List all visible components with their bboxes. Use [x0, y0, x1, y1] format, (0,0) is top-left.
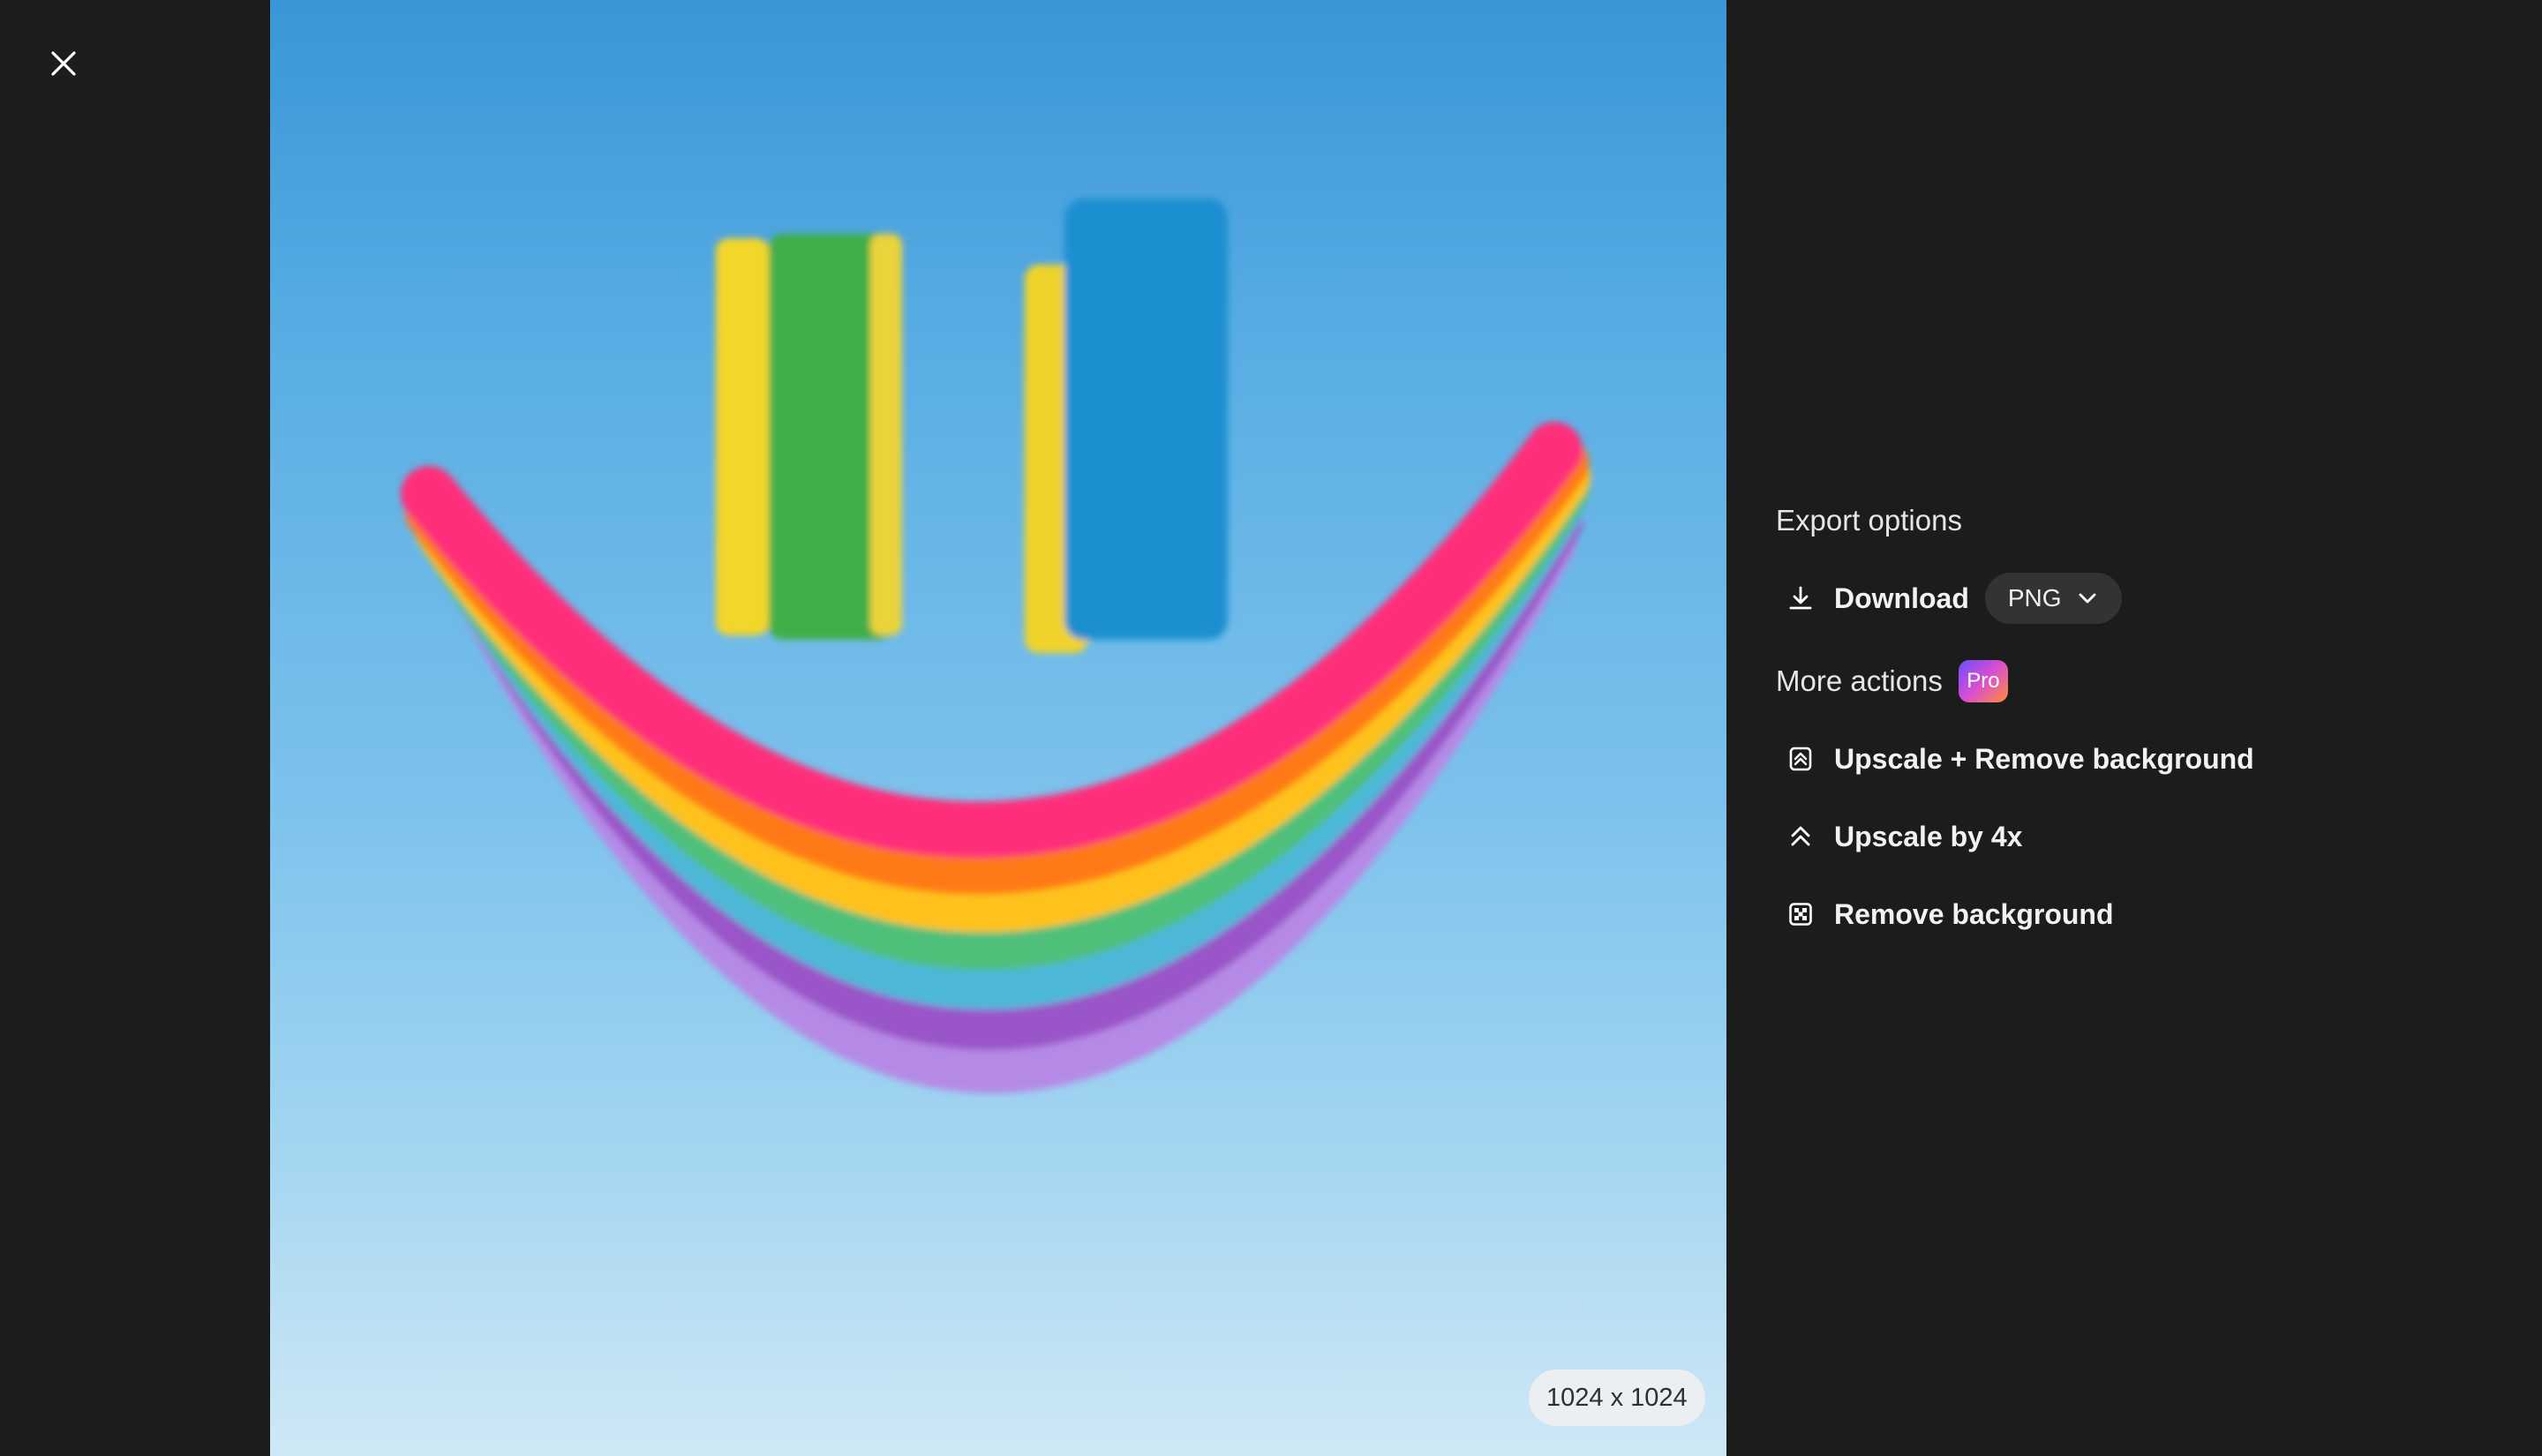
- action-label: Upscale + Remove background: [1834, 742, 2254, 775]
- pro-badge: Pro: [1958, 660, 2008, 702]
- format-value: PNG: [2007, 584, 2062, 612]
- action-label: Upscale by 4x: [1834, 820, 2023, 852]
- download-label: Download: [1834, 582, 1969, 614]
- remove-background-icon: [1785, 898, 1816, 930]
- close-button[interactable]: [44, 44, 83, 83]
- more-actions-header: More actions Pro: [1776, 655, 2482, 708]
- export-options-title: Export options: [1776, 504, 1962, 537]
- download-row: Download PNG: [1776, 572, 2482, 625]
- download-icon: [1785, 582, 1816, 614]
- remove-background-button[interactable]: Remove background: [1776, 888, 2482, 941]
- action-list: Upscale + Remove background Upscale by 4…: [1776, 732, 2482, 941]
- upscale-remove-background-button[interactable]: Upscale + Remove background: [1776, 732, 2482, 785]
- image-dimensions-badge: 1024 x 1024: [1529, 1370, 1705, 1426]
- close-icon: [51, 51, 76, 76]
- more-actions-title: More actions: [1776, 664, 1943, 697]
- format-select[interactable]: PNG: [1984, 573, 2122, 624]
- upscale-4x-button[interactable]: Upscale by 4x: [1776, 810, 2482, 863]
- chevron-down-icon: [2076, 587, 2099, 610]
- action-label: Remove background: [1834, 897, 2114, 930]
- generated-image: 1024 x 1024: [270, 0, 1726, 1456]
- upscale-remove-bg-icon: [1785, 743, 1816, 775]
- upscale-icon: [1785, 821, 1816, 852]
- smiley-rainbow-artwork: [401, 199, 1591, 1093]
- download-button[interactable]: Download: [1776, 582, 1969, 615]
- export-panel: Export options Download PNG More actions…: [1776, 494, 2482, 965]
